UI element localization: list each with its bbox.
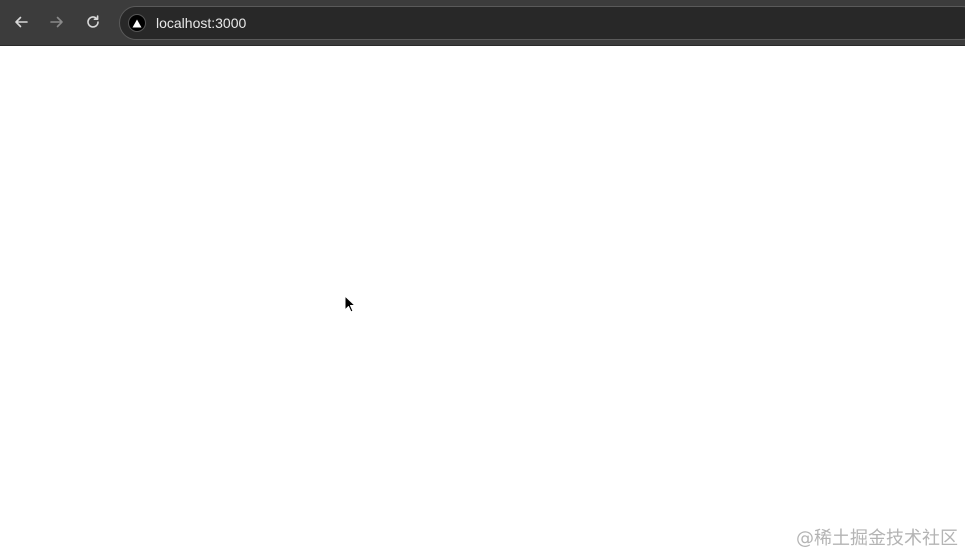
browser-toolbar: localhost:3000 [0,0,965,46]
arrow-right-icon [50,16,63,28]
address-bar[interactable]: localhost:3000 [119,6,965,40]
watermark: @稀土掘金技术社区 [796,528,958,549]
back-button[interactable] [9,10,33,34]
forward-button[interactable] [45,10,69,34]
url-text[interactable]: localhost:3000 [156,15,246,32]
page-content [0,46,965,554]
vercel-triangle-icon [128,14,146,32]
reload-button[interactable] [81,10,105,34]
reload-icon [87,15,99,28]
mouse-pointer-icon [344,295,356,313]
arrow-left-icon [15,16,28,28]
